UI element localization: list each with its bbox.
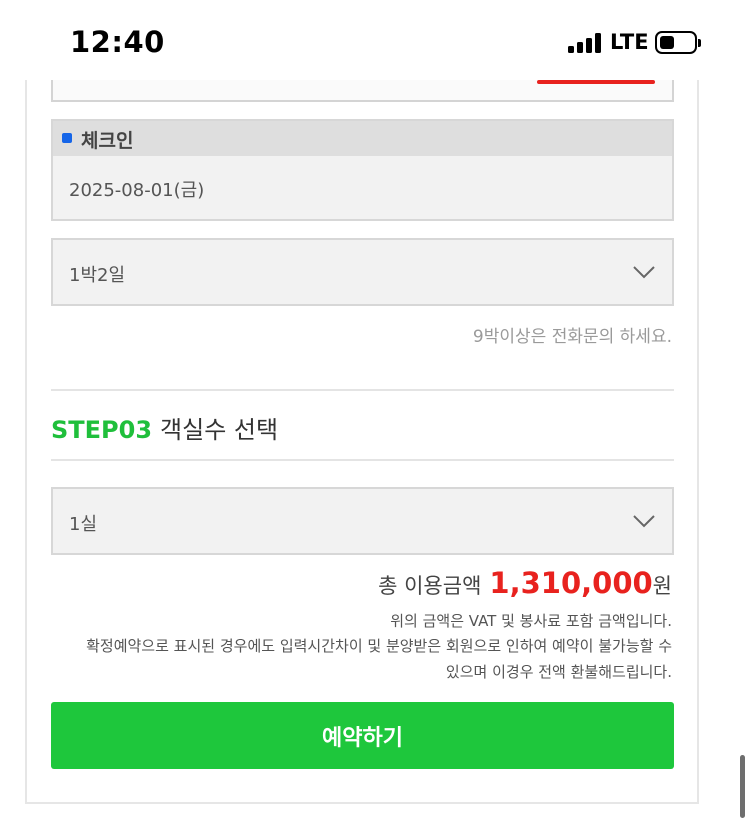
step-number: STEP03 [51,416,153,444]
nights-selected-value: 1박2일 [69,265,126,286]
checkin-label: 체크인 [81,130,134,152]
total-amount: 1,310,000 [489,566,653,600]
chevron-down-icon [633,515,655,528]
signal-icon [568,33,604,53]
notice-line: 있으며 이경우 전액 환불해드립니다. [445,663,672,681]
total-price: 총 이용금액 1,310,000 원 [378,566,672,600]
network-label: LTE [610,30,649,54]
reserve-button[interactable]: 예약하기 [51,702,674,769]
notice-line: 확정예약으로 표시된 경우에도 입력시간차이 및 분양받은 회원으로 인하여 예… [86,637,672,655]
rooms-selected-value: 1실 [69,514,98,535]
nights-select[interactable]: 1박2일 [51,238,674,306]
step-title: 객실수 선택 [160,416,279,444]
checkin-box[interactable]: 체크인 2025-08-01(금) [51,119,674,221]
total-label: 총 이용금액 [378,574,482,598]
bullet-icon [62,133,72,143]
previous-field-indicator [537,80,655,84]
checkin-date[interactable]: 2025-08-01(금) [69,176,204,202]
status-bar: 12:40 LTE [0,0,750,80]
scrollbar[interactable] [740,755,745,818]
rooms-select[interactable]: 1실 [51,487,674,555]
chevron-down-icon [633,266,655,279]
checkin-header: 체크인 [53,121,672,156]
step-heading: STEP03 객실수 선택 [51,410,278,445]
divider [51,459,674,461]
divider [51,389,674,391]
nights-note: 9박이상은 전화문의 하세요. [472,327,672,347]
total-unit: 원 [652,574,672,598]
status-time: 12:40 [70,25,165,59]
battery-icon [655,31,701,54]
notice-line: 위의 금액은 VAT 및 봉사료 포함 금액입니다. [390,612,672,630]
